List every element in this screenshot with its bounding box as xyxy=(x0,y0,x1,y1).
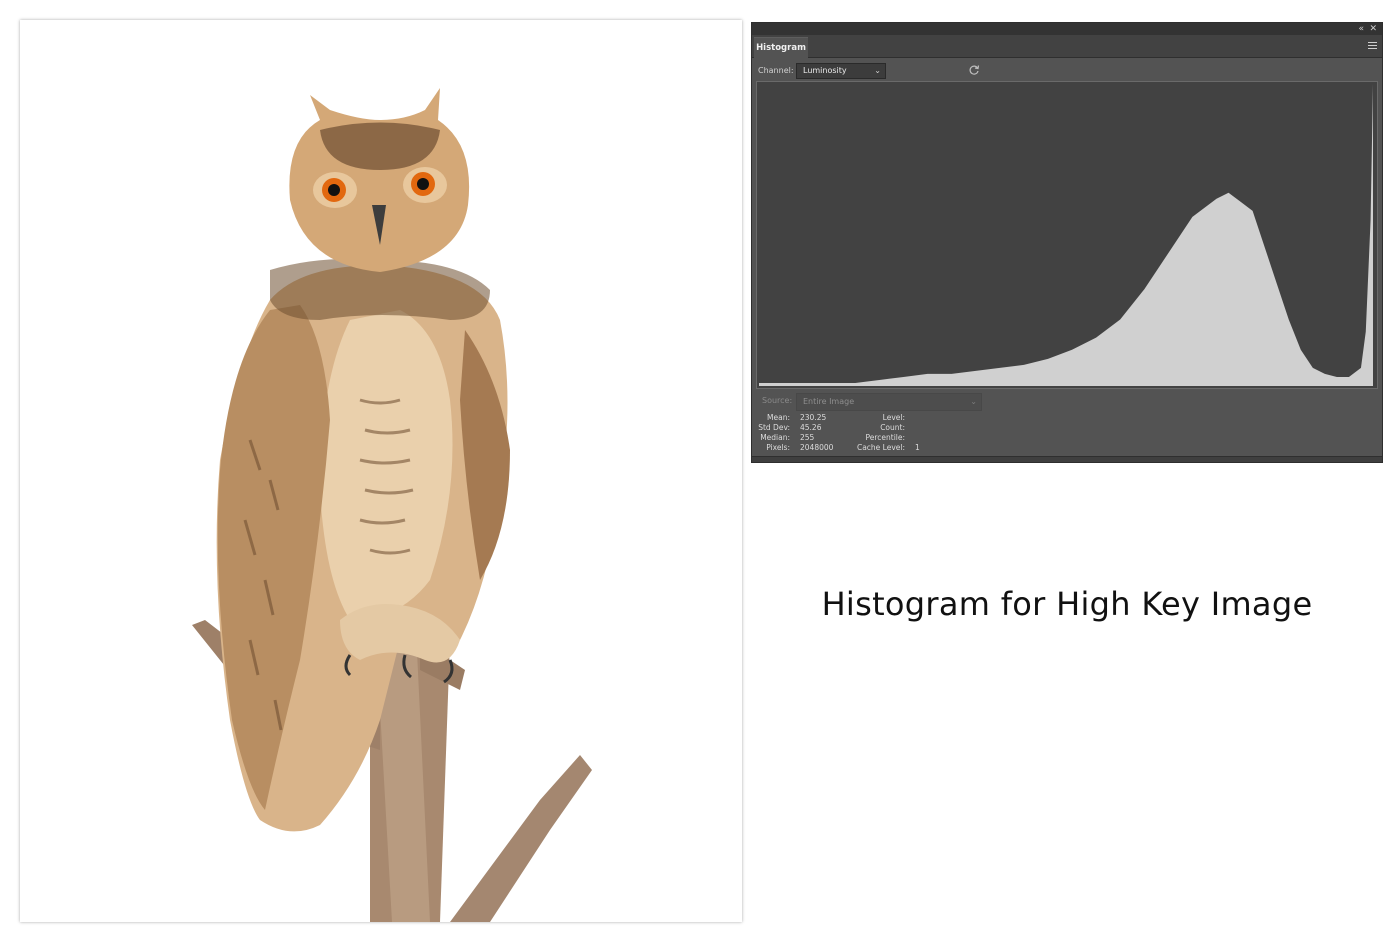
chevron-down-icon: ⌄ xyxy=(874,66,881,75)
panel-tabbar: Histogram xyxy=(752,35,1382,59)
refresh-icon[interactable] xyxy=(968,64,980,76)
channel-select[interactable]: Luminosity ⌄ xyxy=(796,63,886,79)
histogram-panel: « ✕ Histogram Channel: Luminosity ⌄ Sour… xyxy=(751,22,1383,463)
source-row: Source: Entire Image ⌄ xyxy=(758,393,1378,411)
close-icon[interactable]: ✕ xyxy=(1369,23,1377,35)
stat-percentile-label: Percentile: xyxy=(865,433,905,442)
stat-median-label: Median: xyxy=(760,433,790,442)
source-select: Entire Image ⌄ xyxy=(796,393,982,411)
stat-mean-value: 230.25 xyxy=(800,413,827,422)
chevron-down-icon: ⌄ xyxy=(970,397,977,406)
stat-cache-value: 1 xyxy=(915,443,920,452)
channel-label: Channel: xyxy=(758,66,794,75)
owl-illustration xyxy=(192,88,592,922)
stat-mean-label: Mean: xyxy=(767,413,790,422)
stat-std-label: Std Dev: xyxy=(758,423,790,432)
histogram-stats: Mean: 230.25 Std Dev: 45.26 Median: 255 … xyxy=(752,413,1382,457)
owl-body xyxy=(216,258,510,832)
owl-head xyxy=(289,88,470,272)
stat-pixels-value: 2048000 xyxy=(800,443,834,452)
stat-median-value: 255 xyxy=(800,433,815,442)
caption: Histogram for High Key Image xyxy=(821,585,1313,623)
source-select-value: Entire Image xyxy=(803,397,855,406)
stat-std-value: 45.26 xyxy=(800,423,822,432)
panel-bottom-strip xyxy=(752,456,1382,462)
histogram-area xyxy=(759,84,1373,386)
stat-cache-label: Cache Level: xyxy=(856,443,905,452)
stat-level-label: Level: xyxy=(882,413,905,422)
panel-titlebar: « ✕ xyxy=(752,23,1382,35)
tab-histogram[interactable]: Histogram xyxy=(754,37,808,59)
histogram-chart xyxy=(759,84,1373,386)
stat-pixels-label: Pixels: xyxy=(766,443,790,452)
source-label: Source: xyxy=(762,396,793,405)
double-chevron-left-icon[interactable]: « xyxy=(1358,23,1364,35)
stat-count-label: Count: xyxy=(880,423,905,432)
channel-select-value: Luminosity xyxy=(803,66,847,75)
histogram-graph xyxy=(756,81,1378,389)
hamburger-menu-icon[interactable] xyxy=(1368,42,1377,49)
owl-photo xyxy=(20,20,742,922)
